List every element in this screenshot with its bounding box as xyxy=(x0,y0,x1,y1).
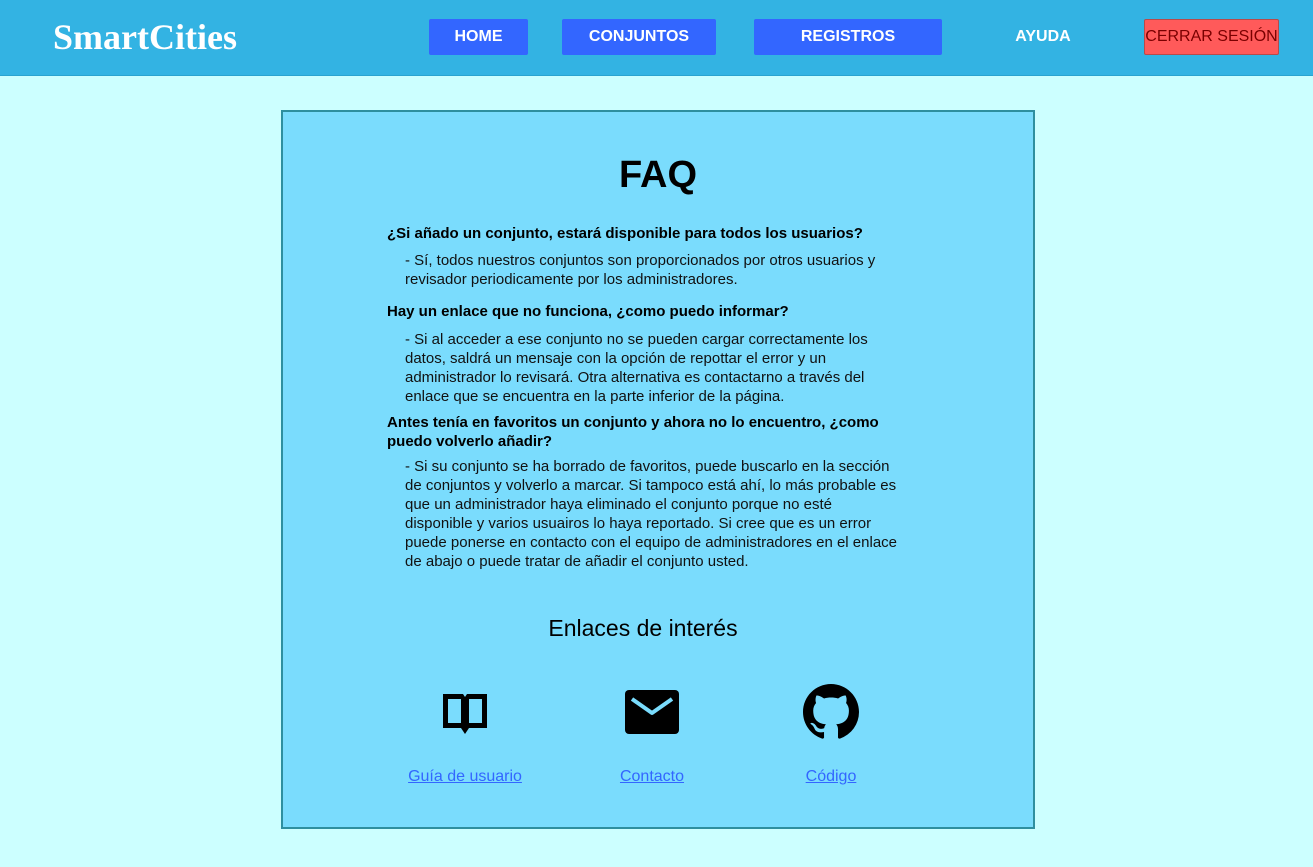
brand-logo[interactable]: SmartCities xyxy=(53,15,237,59)
faq-list: ¿Si añado un conjunto, estará disponible… xyxy=(387,224,907,571)
mail-icon[interactable] xyxy=(624,684,680,740)
faq-question: Antes tenía en favoritos un conjunto y a… xyxy=(387,414,879,450)
code-link[interactable]: Código xyxy=(746,768,916,786)
top-navbar: SmartCities HOME CONJUNTOS REGISTROS AYU… xyxy=(0,0,1313,76)
faq-answer: - Si al acceder a ese conjunto no se pue… xyxy=(405,331,868,405)
user-guide-link-block: Guía de usuario xyxy=(380,684,550,786)
nav-ayuda-link[interactable]: AYUDA xyxy=(1003,19,1083,55)
nav-registros-button[interactable]: REGISTROS xyxy=(754,19,942,55)
user-guide-link[interactable]: Guía de usuario xyxy=(380,768,550,786)
faq-card: FAQ ¿Si añado un conjunto, estará dispon… xyxy=(281,110,1035,829)
contact-link-block: Contacto xyxy=(567,684,737,786)
faq-answer: - Si su conjunto se ha borrado de favori… xyxy=(405,458,898,570)
links-section-title: Enlaces de interés xyxy=(548,615,738,641)
nav-conjuntos-button[interactable]: CONJUNTOS xyxy=(562,19,716,55)
book-icon[interactable] xyxy=(437,684,493,740)
faq-question: Hay un enlace que no funciona, ¿como pue… xyxy=(387,303,789,320)
github-icon[interactable] xyxy=(803,684,859,740)
code-link-block: Código xyxy=(746,684,916,786)
faq-question: ¿Si añado un conjunto, estará disponible… xyxy=(387,225,863,242)
contact-link[interactable]: Contacto xyxy=(567,768,737,786)
nav-home-button[interactable]: HOME xyxy=(429,19,528,55)
logout-button[interactable]: CERRAR SESIÓN xyxy=(1144,19,1279,55)
faq-title: FAQ xyxy=(618,154,698,196)
faq-answer: - Sí, todos nuestros conjuntos son propo… xyxy=(405,252,876,288)
